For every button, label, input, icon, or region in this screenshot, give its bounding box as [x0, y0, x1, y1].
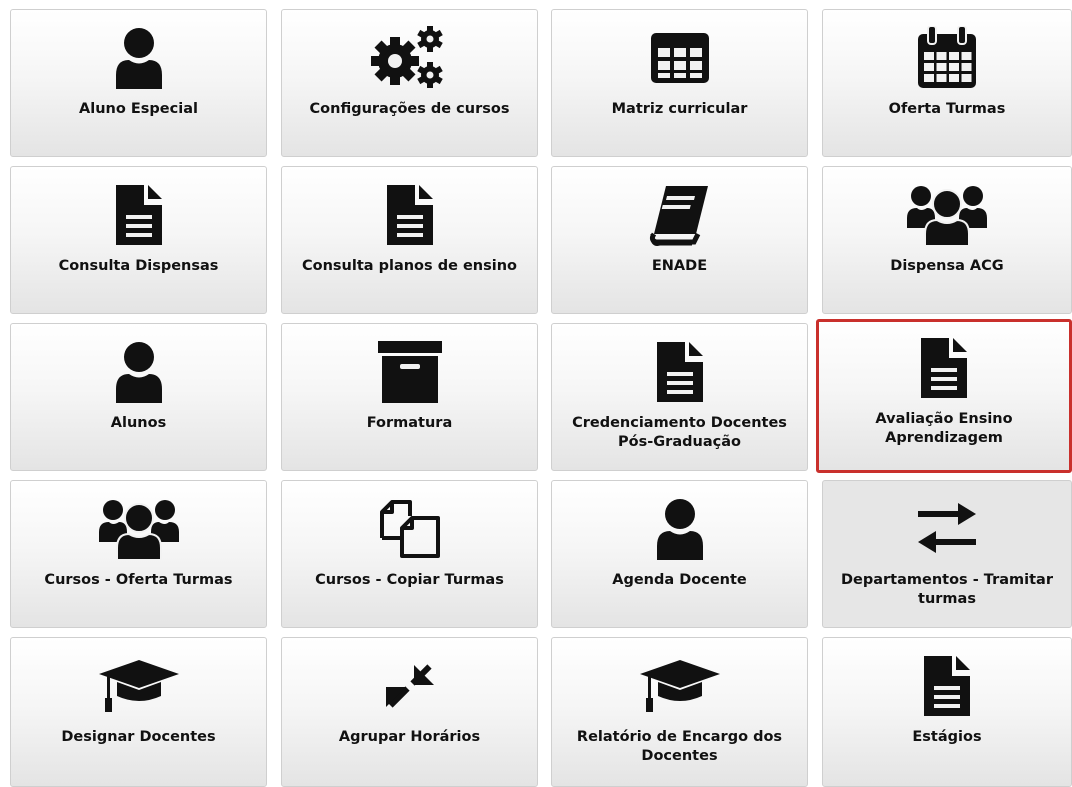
menu-tile-oferta-turmas[interactable]: Oferta Turmas [822, 9, 1072, 157]
document-icon [823, 652, 1071, 720]
book-icon [552, 181, 807, 249]
calendar-icon [823, 24, 1071, 92]
tile-label: Relatório de Encargo dos Docentes [576, 729, 783, 764]
menu-tile-consulta-dispensas[interactable]: Consulta Dispensas [10, 166, 267, 314]
menu-tile-relat-rio-de-encargo-dos[interactable]: Relatório de Encargo dos Docentes [551, 637, 808, 787]
menu-tile-consulta-planos-de-ensino[interactable]: Consulta planos de ensino [281, 166, 538, 314]
menu-tile-avalia-o-ensino[interactable]: Avaliação Ensino Aprendizagem [816, 319, 1072, 473]
menu-tile-configura-es-de-cursos[interactable]: Configurações de cursos [281, 9, 538, 157]
user-icon [552, 495, 807, 563]
tile-label: Cursos - Oferta Turmas [44, 572, 233, 588]
menu-tile-credenciamento-docentes[interactable]: Credenciamento Docentes Pós-Graduação [551, 323, 808, 471]
tile-label: Dispensa ACG [890, 258, 1004, 274]
tile-label: Formatura [366, 415, 453, 431]
document-icon [282, 181, 537, 249]
document-icon [819, 334, 1069, 402]
graduation-cap-icon [11, 652, 266, 720]
menu-tile-agenda-docente[interactable]: Agenda Docente [551, 480, 808, 628]
tile-label: Designar Docentes [61, 729, 216, 745]
menu-tile-aluno-especial[interactable]: Aluno Especial [10, 9, 267, 157]
menu-tile-cursos-copiar-turmas[interactable]: Cursos - Copiar Turmas [281, 480, 538, 628]
tile-label: Consulta planos de ensino [301, 258, 517, 274]
menu-grid: Aluno Especial Configurações de cursos M… [0, 0, 1072, 787]
menu-tile-designar-docentes[interactable]: Designar Docentes [10, 637, 267, 787]
document-icon [552, 338, 807, 406]
menu-tile-matriz-curricular[interactable]: Matriz curricular [551, 9, 808, 157]
user-icon [11, 338, 266, 406]
copy-files-icon [282, 495, 537, 563]
tile-label: Configurações de cursos [309, 101, 510, 117]
tile-label: Agrupar Horários [338, 729, 481, 745]
tile-label: Alunos [110, 415, 167, 431]
tile-label: Departamentos - Tramitar turmas [841, 572, 1053, 607]
archive-box-icon [282, 338, 537, 406]
menu-tile-departamentos-tramitar[interactable]: Departamentos - Tramitar turmas [822, 480, 1072, 628]
tile-label: Matriz curricular [611, 101, 748, 117]
tile-label: Consulta Dispensas [58, 258, 219, 274]
table-grid-icon [552, 24, 807, 92]
tile-label: Avaliação Ensino Aprendizagem [875, 411, 1013, 446]
menu-tile-est-gios[interactable]: Estágios [822, 637, 1072, 787]
document-icon [11, 181, 266, 249]
tile-label: Credenciamento Docentes Pós-Graduação [572, 415, 787, 450]
tile-label: Aluno Especial [79, 101, 198, 117]
menu-tile-agrupar-hor-rios[interactable]: Agrupar Horários [281, 637, 538, 787]
menu-tile-alunos[interactable]: Alunos [10, 323, 267, 471]
user-icon [11, 24, 266, 92]
gears-icon [282, 24, 537, 92]
exchange-arrows-icon [823, 495, 1071, 563]
tile-label: Agenda Docente [612, 572, 747, 588]
menu-tile-formatura[interactable]: Formatura [281, 323, 538, 471]
menu-tile-cursos-oferta-turmas[interactable]: Cursos - Oferta Turmas [10, 480, 267, 628]
users-group-icon [823, 181, 1071, 249]
tile-label: ENADE [651, 258, 708, 274]
tile-label: Estágios [912, 729, 982, 745]
graduation-cap-icon [552, 652, 807, 720]
tile-label: Oferta Turmas [888, 101, 1006, 117]
tile-label: Cursos - Copiar Turmas [315, 572, 504, 588]
menu-tile-enade[interactable]: ENADE [551, 166, 808, 314]
menu-tile-dispensa-acg[interactable]: Dispensa ACG [822, 166, 1072, 314]
compress-arrows-icon [282, 652, 537, 720]
users-group-icon [11, 495, 266, 563]
